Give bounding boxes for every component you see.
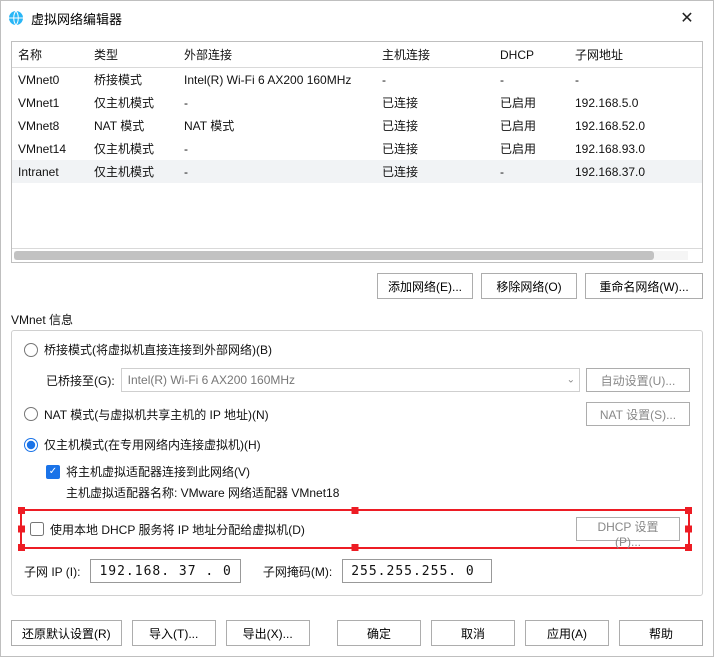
host-adapter-name: 主机虚拟适配器名称: VMware 网络适配器 VMnet18 xyxy=(66,484,690,501)
subnet-mask-input[interactable]: 255.255.255. 0 xyxy=(342,559,492,583)
cell-host: - xyxy=(376,68,494,91)
cell-dhcp: 已启用 xyxy=(494,137,569,160)
table-row[interactable]: VMnet1仅主机模式-已连接已启用192.168.5.0 xyxy=(12,91,702,114)
export-button[interactable]: 导出(X)... xyxy=(226,620,310,646)
cell-type: 仅主机模式 xyxy=(88,160,178,183)
cell-dhcp: 已启用 xyxy=(494,91,569,114)
rename-network-button[interactable]: 重命名网络(W)... xyxy=(585,273,703,299)
hostonly-label: 仅主机模式(在专用网络内连接虚拟机)(H) xyxy=(44,436,261,453)
cell-ext: NAT 模式 xyxy=(178,114,376,137)
cell-dhcp: - xyxy=(494,160,569,183)
cell-type: 仅主机模式 xyxy=(88,91,178,114)
table-row[interactable]: VMnet8NAT 模式NAT 模式已连接已启用192.168.52.0 xyxy=(12,114,702,137)
cell-type: 仅主机模式 xyxy=(88,137,178,160)
bridged-label: 桥接模式(将虚拟机直接连接到外部网络)(B) xyxy=(44,341,272,358)
cell-subnet: 192.168.37.0 xyxy=(569,160,702,183)
cell-name: VMnet0 xyxy=(12,68,88,91)
bridged-radio[interactable] xyxy=(24,343,38,357)
cell-ext: - xyxy=(178,91,376,114)
subnet-mask-label: 子网掩码(M): xyxy=(263,563,332,580)
cell-host: 已连接 xyxy=(376,137,494,160)
cell-type: NAT 模式 xyxy=(88,114,178,137)
cell-ext: Intel(R) Wi-Fi 6 AX200 160MHz xyxy=(178,68,376,91)
use-local-dhcp-label: 使用本地 DHCP 服务将 IP 地址分配给虚拟机(D) xyxy=(50,521,305,538)
col-subnet[interactable]: 子网地址 xyxy=(569,42,702,68)
cell-type: 桥接模式 xyxy=(88,68,178,91)
horizontal-scrollbar[interactable] xyxy=(12,248,702,262)
network-table: 名称 类型 外部连接 主机连接 DHCP 子网地址 VMnet0桥接模式Inte… xyxy=(11,41,703,263)
cell-subnet: - xyxy=(569,68,702,91)
col-type[interactable]: 类型 xyxy=(88,42,178,68)
remove-network-button[interactable]: 移除网络(O) xyxy=(481,273,577,299)
subnet-ip-label: 子网 IP (I): xyxy=(24,563,80,580)
col-host[interactable]: 主机连接 xyxy=(376,42,494,68)
cell-subnet: 192.168.52.0 xyxy=(569,114,702,137)
bridged-adapter-combo[interactable]: Intel(R) Wi-Fi 6 AX200 160MHz ⌄ xyxy=(121,368,580,392)
auto-settings-button[interactable]: 自动设置(U)... xyxy=(586,368,690,392)
cell-name: VMnet14 xyxy=(12,137,88,160)
import-button[interactable]: 导入(T)... xyxy=(132,620,216,646)
dhcp-settings-button[interactable]: DHCP 设置(P)... xyxy=(576,517,680,541)
table-header-row: 名称 类型 外部连接 主机连接 DHCP 子网地址 xyxy=(12,42,702,68)
nat-label: NAT 模式(与虚拟机共享主机的 IP 地址)(N) xyxy=(44,406,269,423)
cell-host: 已连接 xyxy=(376,91,494,114)
dhcp-highlight-box: 使用本地 DHCP 服务将 IP 地址分配给虚拟机(D) DHCP 设置(P).… xyxy=(20,509,690,549)
table-row[interactable]: VMnet0桥接模式Intel(R) Wi-Fi 6 AX200 160MHz-… xyxy=(12,68,702,91)
apply-button[interactable]: 应用(A) xyxy=(525,620,609,646)
table-row[interactable]: Intranet仅主机模式-已连接-192.168.37.0 xyxy=(12,160,702,183)
add-network-button[interactable]: 添加网络(E)... xyxy=(377,273,473,299)
col-ext[interactable]: 外部连接 xyxy=(178,42,376,68)
use-local-dhcp-checkbox[interactable] xyxy=(30,522,44,536)
titlebar: 虚拟网络编辑器 ✕ xyxy=(1,1,713,35)
cell-dhcp: - xyxy=(494,68,569,91)
restore-defaults-button[interactable]: 还原默认设置(R) xyxy=(11,620,122,646)
bottom-button-bar: 还原默认设置(R) 导入(T)... 导出(X)... 确定 取消 应用(A) … xyxy=(1,612,713,656)
cell-dhcp: 已启用 xyxy=(494,114,569,137)
help-button[interactable]: 帮助 xyxy=(619,620,703,646)
vmware-virtual-network-editor: 虚拟网络编辑器 ✕ 名称 类型 外部连接 主机连接 DHCP 子网地址 VM xyxy=(0,0,714,657)
col-dhcp[interactable]: DHCP xyxy=(494,42,569,68)
app-icon xyxy=(7,9,25,27)
cell-name: Intranet xyxy=(12,160,88,183)
cell-host: 已连接 xyxy=(376,160,494,183)
hostonly-radio[interactable] xyxy=(24,438,38,452)
chevron-down-icon: ⌄ xyxy=(567,375,575,386)
connect-host-adapter-label: 将主机虚拟适配器连接到此网络(V) xyxy=(66,463,250,480)
subnet-ip-input[interactable]: 192.168. 37 . 0 xyxy=(90,559,240,583)
cell-ext: - xyxy=(178,160,376,183)
table-row[interactable]: VMnet14仅主机模式-已连接已启用192.168.93.0 xyxy=(12,137,702,160)
cell-ext: - xyxy=(178,137,376,160)
cell-subnet: 192.168.93.0 xyxy=(569,137,702,160)
cell-name: VMnet1 xyxy=(12,91,88,114)
vmnet-info-panel: 桥接模式(将虚拟机直接连接到外部网络)(B) 已桥接至(G): Intel(R)… xyxy=(11,330,703,596)
col-name[interactable]: 名称 xyxy=(12,42,88,68)
cell-host: 已连接 xyxy=(376,114,494,137)
nat-radio[interactable] xyxy=(24,407,38,421)
vmnet-info-title: VMnet 信息 xyxy=(11,311,703,328)
cell-subnet: 192.168.5.0 xyxy=(569,91,702,114)
ok-button[interactable]: 确定 xyxy=(337,620,421,646)
close-icon[interactable]: ✕ xyxy=(667,8,707,28)
bridged-to-label: 已桥接至(G): xyxy=(46,372,115,389)
connect-host-adapter-checkbox[interactable] xyxy=(46,465,60,479)
cancel-button[interactable]: 取消 xyxy=(431,620,515,646)
cell-name: VMnet8 xyxy=(12,114,88,137)
window-title: 虚拟网络编辑器 xyxy=(31,9,667,28)
nat-settings-button[interactable]: NAT 设置(S)... xyxy=(586,402,690,426)
bridged-adapter-value: Intel(R) Wi-Fi 6 AX200 160MHz xyxy=(128,373,295,387)
